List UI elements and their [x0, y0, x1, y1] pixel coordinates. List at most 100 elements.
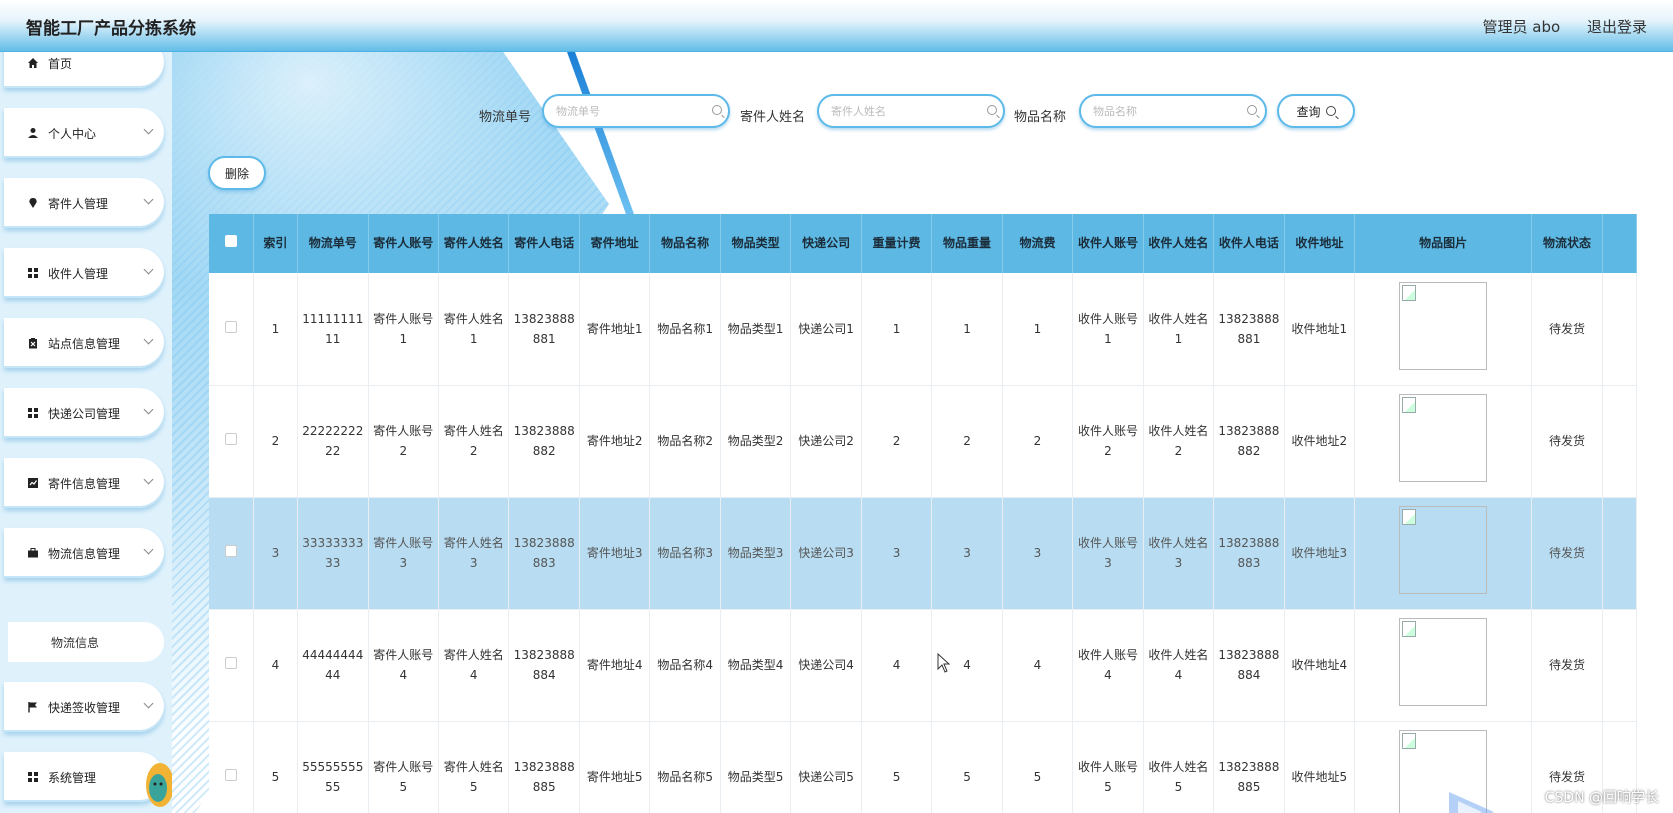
- sidebar-item-logistics-management[interactable]: 物流信息管理: [4, 528, 164, 578]
- row-select-cell[interactable]: [209, 273, 254, 386]
- table-cell: 2: [931, 385, 1003, 498]
- table-cell: 快递公司2: [790, 385, 862, 498]
- row-actions-cell: [1602, 385, 1637, 498]
- table-cell: 5: [1002, 721, 1074, 813]
- table-cell: 3: [861, 497, 933, 610]
- sidebar-item-label: 快递公司管理: [48, 406, 121, 421]
- chevron-down-icon: [143, 124, 154, 135]
- sidebar-item-label: 收件人管理: [48, 266, 109, 281]
- table-cell: 13823888884: [1213, 609, 1285, 722]
- pin-icon: [26, 196, 40, 210]
- delete-button[interactable]: 删除: [208, 156, 266, 190]
- sidebar-item-label: 物流信息管理: [48, 546, 121, 561]
- sidebar-item-recipient-management[interactable]: 收件人管理: [4, 248, 164, 298]
- table-row[interactable]: 2 2222222222 寄件人账号2 寄件人姓名2 13823888882 寄件地址2 物…: [209, 385, 1637, 498]
- search-input-tracking-number[interactable]: [542, 94, 730, 128]
- current-user: 管理员 abo: [1482, 18, 1561, 36]
- column-header: 收件地址: [1284, 214, 1356, 273]
- sidebar-item-label: 系统管理: [48, 770, 97, 785]
- column-header: 寄件人账号: [368, 214, 440, 273]
- chevron-down-icon: [143, 698, 154, 709]
- column-header: 物品重量: [931, 214, 1003, 273]
- table-row[interactable]: 1 1111111111 寄件人账号1 寄件人姓名1 13823888881 寄件地址1 物…: [209, 273, 1637, 386]
- table-row[interactable]: 5 5555555555 寄件人账号5 寄件人姓名5 13823888885 寄件地址5 物…: [209, 721, 1637, 813]
- table-cell: 收件人账号3: [1072, 497, 1144, 610]
- table-cell: 4: [1002, 609, 1074, 722]
- table-cell: 2222222222: [297, 385, 369, 498]
- sidebar-item-courier-company-management[interactable]: 快递公司管理: [4, 388, 164, 438]
- grid-icon: [26, 770, 40, 784]
- briefcase-icon: [26, 546, 40, 560]
- sidebar-item-label: 寄件人管理: [48, 196, 109, 211]
- row-select-cell[interactable]: [209, 497, 254, 610]
- item-image-cell: [1354, 273, 1533, 386]
- table-cell: 3: [1002, 497, 1074, 610]
- table-cell: 2: [861, 385, 933, 498]
- sidebar-item-personal-center[interactable]: 个人中心: [4, 108, 164, 158]
- query-button[interactable]: 查询: [1277, 94, 1355, 128]
- search-label-item-name: 物品名称: [1014, 110, 1067, 125]
- table-cell: 5: [861, 721, 933, 813]
- table-cell: 收件人姓名2: [1143, 385, 1215, 498]
- table-row[interactable]: 4 4444444444 寄件人账号4 寄件人姓名4 13823888884 寄件地址4 物…: [209, 609, 1637, 722]
- table-cell: 收件人姓名4: [1143, 609, 1215, 722]
- sidebar-item-delivery-signing-management[interactable]: 快递签收管理: [4, 682, 164, 732]
- search-input-item-name[interactable]: [1079, 94, 1267, 128]
- table-cell: 4: [253, 609, 299, 722]
- table-body: 1 1111111111 寄件人账号1 寄件人姓名1 13823888881 寄件地址1 物…: [209, 273, 1637, 813]
- broken-image-icon: [1399, 394, 1488, 482]
- sidebar-item-shipment-management[interactable]: 寄件信息管理: [4, 458, 164, 508]
- table-cell: 1: [861, 273, 933, 386]
- sidebar-item-label: 首页: [48, 56, 73, 71]
- table-cell: 收件人姓名5: [1143, 721, 1215, 813]
- sidebar-item-label: 个人中心: [48, 126, 97, 141]
- table-cell: 收件地址5: [1284, 721, 1356, 813]
- row-select-cell[interactable]: [209, 385, 254, 498]
- item-image-cell: [1354, 609, 1533, 722]
- column-header: 快递公司: [790, 214, 862, 273]
- column-header: 寄件人电话: [508, 214, 580, 273]
- table-row[interactable]: 3 3333333333 寄件人账号3 寄件人姓名3 13823888883 寄件地址3 物…: [209, 497, 1637, 610]
- table-header-row: 索引 物流单号 寄件人账号 寄件人姓名 寄件人电话 寄件地址 物品名称 物品类型…: [209, 214, 1637, 273]
- sidebar-item-label: 寄件信息管理: [48, 476, 121, 491]
- row-checkbox[interactable]: [224, 433, 237, 445]
- sidebar-subitem-label: 物流信息: [51, 635, 100, 650]
- table-cell: 收件人账号4: [1072, 609, 1144, 722]
- sidebar-item-station-management[interactable]: 站点信息管理: [4, 318, 164, 368]
- sidebar-item-sender-management[interactable]: 寄件人管理: [4, 178, 164, 228]
- table-cell: 1: [931, 273, 1003, 386]
- row-checkbox[interactable]: [224, 657, 237, 669]
- home-icon: [26, 56, 40, 70]
- table-cell: 3: [253, 497, 299, 610]
- row-select-cell[interactable]: [209, 721, 254, 813]
- sidebar-item-home[interactable]: 首页: [4, 52, 164, 88]
- row-checkbox[interactable]: [224, 320, 237, 333]
- sidebar-subitem-logistics-info[interactable]: 物流信息: [8, 622, 164, 662]
- table-cell: 待发货: [1531, 385, 1603, 498]
- table-cell: 物品名称5: [649, 721, 721, 813]
- column-header: 收件人姓名: [1143, 214, 1215, 273]
- table-cell: 寄件人姓名2: [438, 385, 510, 498]
- table-cell: 物品类型4: [720, 609, 792, 722]
- table-cell: 收件人账号2: [1072, 385, 1144, 498]
- table-cell: 收件地址1: [1284, 273, 1356, 386]
- table-cell: 寄件地址2: [579, 385, 651, 498]
- logout-link[interactable]: 退出登录: [1587, 18, 1647, 36]
- select-all-cell[interactable]: [209, 214, 254, 273]
- table-cell: 2: [1002, 385, 1074, 498]
- table-cell: 寄件人姓名5: [438, 721, 510, 813]
- row-checkbox[interactable]: [224, 545, 237, 557]
- column-header: 物品类型: [720, 214, 792, 273]
- table-cell: 收件地址3: [1284, 497, 1356, 610]
- row-select-cell[interactable]: [209, 609, 254, 722]
- row-checkbox[interactable]: [224, 769, 237, 781]
- table-cell: 收件人账号5: [1072, 721, 1144, 813]
- search-bar: 物流单号 寄件人姓名 物品名称 查询: [172, 94, 1673, 134]
- select-all-checkbox[interactable]: [224, 235, 237, 247]
- search-icon: [1247, 105, 1257, 115]
- search-input-sender-name[interactable]: [817, 94, 1005, 128]
- table-cell: 物品类型2: [720, 385, 792, 498]
- table-cell: 物品名称3: [649, 497, 721, 610]
- table-cell: 物品名称4: [649, 609, 721, 722]
- table-cell: 1111111111: [297, 273, 369, 386]
